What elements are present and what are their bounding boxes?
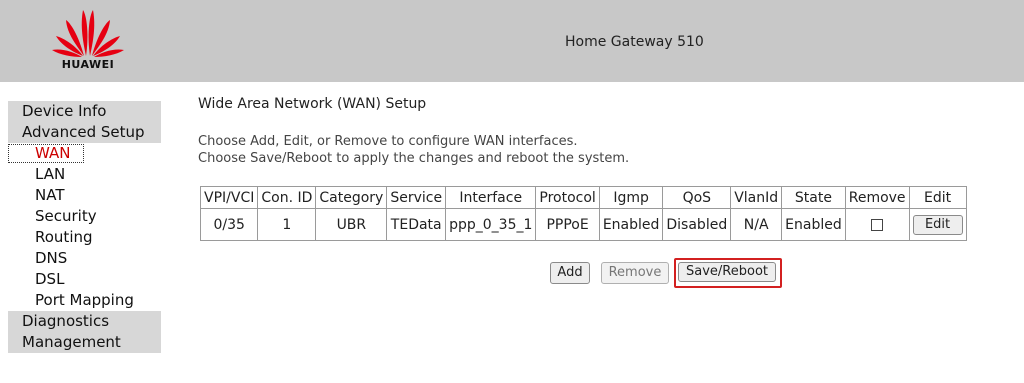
page-title: Wide Area Network (WAN) Setup	[198, 96, 427, 112]
huawei-logo: HUAWEI	[42, 6, 134, 76]
column-header-con-id: Con. ID	[257, 186, 317, 209]
sidebar-item-advanced-setup[interactable]: Advanced Setup	[8, 122, 161, 143]
column-header-vpi-vci: VPI/VCI	[199, 186, 259, 209]
wan-table: VPI/VCI Con. ID Category Service Interfa…	[199, 186, 967, 241]
cell-vpi-vci: 0/35	[199, 208, 259, 241]
instruction-text-1: Choose Add, Edit, or Remove to configure…	[198, 134, 578, 149]
instruction-text-2: Choose Save/Reboot to apply the changes …	[198, 151, 630, 166]
remove-button[interactable]: Remove	[601, 262, 669, 284]
sidebar-item-dsl[interactable]: DSL	[8, 269, 161, 290]
sidebar-item-nat[interactable]: NAT	[8, 185, 161, 206]
column-header-protocol: Protocol	[535, 186, 600, 209]
cell-category: UBR	[315, 208, 388, 241]
sidebar-item-device-info[interactable]: Device Info	[8, 101, 161, 122]
sidebar-item-lan[interactable]: LAN	[8, 164, 161, 185]
column-header-state: State	[781, 186, 846, 209]
sidebar-item-dns[interactable]: DNS	[8, 248, 161, 269]
cell-service: TEData	[386, 208, 447, 241]
sidebar-item-security[interactable]: Security	[8, 206, 161, 227]
brand-name: HUAWEI	[61, 58, 115, 71]
focus-outline	[8, 144, 84, 163]
add-button[interactable]: Add	[550, 262, 590, 284]
edit-button[interactable]: Edit	[912, 214, 963, 235]
save-reboot-button[interactable]: Save/Reboot	[678, 262, 776, 282]
cell-vlanid: N/A	[730, 208, 783, 241]
sidebar-item-port-mapping[interactable]: Port Mapping	[8, 290, 161, 311]
cell-interface: ppp_0_35_1	[445, 208, 537, 241]
cell-edit: Edit	[908, 208, 967, 241]
sidebar-nav: Device Info Advanced Setup WAN LAN NAT S…	[8, 101, 161, 353]
column-header-service: Service	[386, 186, 447, 209]
sidebar-item-diagnostics[interactable]: Diagnostics	[8, 311, 161, 332]
column-header-igmp: Igmp	[598, 186, 664, 209]
cell-protocol: PPPoE	[535, 208, 600, 241]
column-header-edit: Edit	[908, 186, 967, 209]
header-bar: HUAWEI Home Gateway 510	[0, 0, 1024, 82]
sidebar-item-management[interactable]: Management	[8, 332, 161, 353]
column-header-qos: QoS	[662, 186, 732, 209]
column-header-interface: Interface	[445, 186, 537, 209]
cell-state: Enabled	[781, 208, 846, 241]
column-header-category: Category	[315, 186, 388, 209]
cell-qos: Disabled	[662, 208, 732, 241]
save-reboot-highlight: Save/Reboot	[674, 258, 782, 288]
cell-remove	[844, 208, 910, 241]
column-header-remove: Remove	[844, 186, 910, 209]
sidebar-item-routing[interactable]: Routing	[8, 227, 161, 248]
table-header-row: VPI/VCI Con. ID Category Service Interfa…	[199, 186, 967, 209]
remove-checkbox[interactable]	[871, 218, 884, 231]
table-row: 0/35 1 UBR TEData ppp_0_35_1 PPPoE Enabl…	[199, 208, 967, 241]
cell-con-id: 1	[257, 208, 317, 241]
gateway-title: Home Gateway 510	[565, 34, 704, 50]
sidebar-item-wan[interactable]: WAN	[8, 143, 161, 164]
cell-igmp: Enabled	[598, 208, 664, 241]
huawei-petals-icon	[52, 10, 124, 57]
column-header-vlanid: VlanId	[730, 186, 783, 209]
